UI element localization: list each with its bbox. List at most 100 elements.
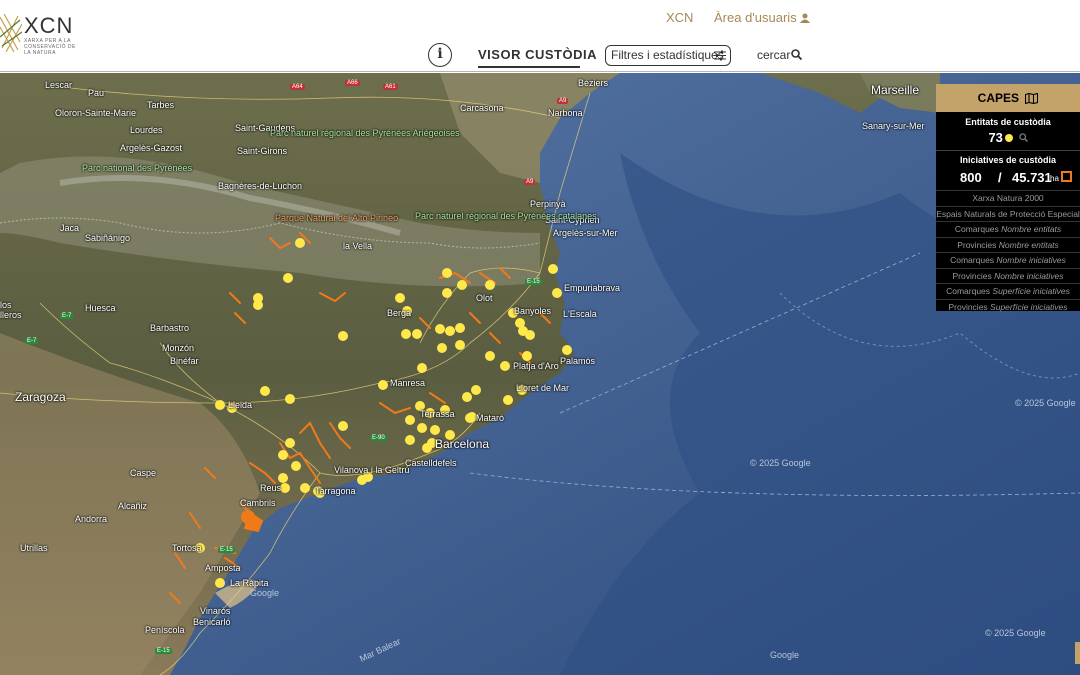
map-label: Caspe bbox=[130, 468, 157, 478]
map-label: La Ràpita bbox=[230, 578, 269, 588]
user-area-link[interactable]: Àrea d'usuaris bbox=[714, 10, 811, 25]
map-label: Argelès-Gazost bbox=[120, 143, 183, 153]
map-label: Huesca bbox=[85, 303, 116, 313]
xcn-logo[interactable]: XCN XARXA PER A LA CONSERVACIÓ DE LA NAT… bbox=[0, 8, 80, 58]
info-button[interactable]: i bbox=[428, 43, 452, 67]
filters-button[interactable]: Filtres i estadístiques bbox=[605, 45, 731, 66]
map-label: Tarragona bbox=[315, 486, 356, 496]
layers-panel-header[interactable]: CAPES bbox=[936, 84, 1080, 112]
park-label: Parc naturel régional des Pyrénées catal… bbox=[415, 211, 597, 221]
map-label: Tortosa bbox=[172, 543, 202, 553]
road-label: A9 bbox=[524, 179, 536, 185]
initiatives-area: 45.731 bbox=[1012, 170, 1052, 185]
entity-dot-icon bbox=[1004, 134, 1013, 142]
map-label: Lescar bbox=[45, 80, 73, 90]
map-label: Binéfar bbox=[170, 356, 199, 366]
map-label: Mataró bbox=[476, 413, 505, 423]
map-label: Marseille bbox=[871, 83, 920, 97]
map-label: Tarbes bbox=[147, 100, 175, 110]
layers-panel: CAPES Entitats de custòdia 73 Iniciative… bbox=[936, 84, 1080, 312]
visor-custodia-tab[interactable]: VISOR CUSTÒDIA bbox=[478, 47, 597, 62]
entities-count-row[interactable]: 73 bbox=[936, 130, 1080, 146]
search-button[interactable]: cercar bbox=[757, 48, 802, 62]
panel-divider bbox=[936, 150, 1080, 151]
search-icon[interactable] bbox=[1018, 133, 1028, 143]
map-label: Lleida bbox=[228, 400, 253, 410]
map-label: Bagnères-de-Luchon bbox=[218, 181, 303, 191]
layer-metric: Nombre entitats bbox=[1001, 224, 1062, 234]
layer-metric: Superfície iniciatives bbox=[990, 301, 1068, 312]
map-label: Alcañiz bbox=[118, 501, 148, 511]
layer-label: Espais Naturals de Protecció Especial bbox=[936, 208, 1080, 219]
map-label: Carcasona bbox=[460, 103, 504, 113]
road-label: A66 bbox=[345, 80, 360, 86]
map-label: Barcelona bbox=[435, 437, 490, 451]
map-label: Castelldefels bbox=[405, 458, 457, 468]
map-label: L'Escala bbox=[563, 309, 597, 319]
initiative-square-icon bbox=[1061, 171, 1072, 182]
layer-provincies-superficie[interactable]: Provincies Superfície iniciatives bbox=[936, 298, 1080, 315]
initiatives-label: Iniciatives de custòdia bbox=[959, 155, 1057, 165]
area-unit: ha bbox=[1050, 174, 1059, 183]
map-label: Sabiñánigo bbox=[85, 233, 131, 243]
map-label: la Vella bbox=[343, 241, 373, 251]
active-tab-underline bbox=[478, 66, 580, 68]
layer-label: Provincies bbox=[948, 301, 991, 312]
road-label: E-15 bbox=[525, 279, 542, 285]
park-label: Parque Natural del Alto Pirineo bbox=[275, 213, 399, 223]
layer-label: Comarques bbox=[946, 286, 993, 296]
map-label: Andorra bbox=[75, 514, 108, 524]
map-label: Platja d'Aro bbox=[513, 361, 559, 371]
map-label: Béziers bbox=[578, 78, 609, 88]
layer-comarques-superficie[interactable]: Comarques Superfície iniciatives bbox=[936, 283, 1080, 299]
scroll-top-button[interactable] bbox=[1075, 642, 1080, 664]
road-label: E-7 bbox=[25, 338, 39, 344]
entities-label: Entitats de custòdia bbox=[965, 117, 1051, 127]
layer-espais-naturals[interactable]: Espais Naturals de Protecció Especial bbox=[936, 205, 1080, 222]
layer-comarques-iniciatives[interactable]: Comarques Nombre iniciatives bbox=[936, 252, 1080, 268]
map-label: Lourdes bbox=[130, 125, 163, 135]
layer-label: Provincies bbox=[957, 239, 999, 250]
map-label: Amposta bbox=[205, 563, 241, 573]
layer-metric: Nombre iniciatives bbox=[994, 270, 1064, 281]
entities-count: 73 bbox=[988, 130, 1003, 145]
xcn-link[interactable]: XCN bbox=[666, 10, 693, 25]
layer-metric: Nombre iniciatives bbox=[996, 255, 1066, 265]
map-label: Argelès-sur-Mer bbox=[553, 228, 618, 238]
layers-title: CAPES bbox=[977, 91, 1019, 105]
map-watermark: © 2025 Google bbox=[750, 458, 811, 468]
sliders-icon bbox=[714, 50, 726, 61]
map-label: Empuriabrava bbox=[564, 283, 621, 293]
map-label: Manresa bbox=[390, 378, 426, 388]
layer-provincies-iniciatives[interactable]: Provincies Nombre iniciatives bbox=[936, 267, 1080, 284]
search-icon bbox=[791, 49, 802, 60]
map-label: Vilanova i la Geltrú bbox=[334, 465, 410, 475]
top-bar: XCN XARXA PER A LA CONSERVACIÓ DE LA NAT… bbox=[0, 0, 1080, 72]
map-label: Perpinyà bbox=[530, 199, 566, 209]
layer-label: Provincies bbox=[952, 270, 995, 281]
user-icon bbox=[800, 13, 811, 23]
road-label: E-15 bbox=[218, 547, 235, 553]
map-label: Saint-Girons bbox=[237, 146, 288, 156]
layer-label: Comarques bbox=[950, 255, 997, 265]
road-label: E-15 bbox=[155, 648, 172, 654]
layer-natura-2000[interactable]: Xarxa Natura 2000 bbox=[936, 190, 1080, 206]
initiatives-count-row[interactable]: 800 / 45.731 ha bbox=[936, 168, 1080, 186]
map-label: Terrassa bbox=[420, 409, 455, 419]
xcn-logo-mark bbox=[0, 13, 22, 52]
map-label: Cambrils bbox=[240, 498, 276, 508]
road-label: E-90 bbox=[370, 435, 387, 441]
map-label: los bbox=[0, 300, 12, 310]
logo-subtitle: XARXA PER A LA CONSERVACIÓ DE LA NATURA bbox=[24, 38, 76, 56]
google-mark: Google bbox=[250, 588, 280, 598]
map-label: Lloret de Mar bbox=[516, 383, 570, 393]
map-label: Oloron-Sainte-Marie bbox=[55, 108, 137, 118]
map-label: Barbastro bbox=[150, 323, 190, 333]
layer-label: Comarques bbox=[954, 224, 1002, 234]
initiatives-separator: / bbox=[998, 170, 1002, 185]
map-label: Narbona bbox=[548, 108, 583, 118]
layer-provincies-entitats[interactable]: Provincies Nombre entitats bbox=[936, 236, 1080, 253]
map-view[interactable]: Marseille Sanary-sur-Mer Béziers Narbona… bbox=[0, 73, 1080, 675]
map-label: Utrillas bbox=[20, 543, 48, 553]
layer-comarques-entitats[interactable]: Comarques Nombre entitats bbox=[936, 221, 1080, 237]
